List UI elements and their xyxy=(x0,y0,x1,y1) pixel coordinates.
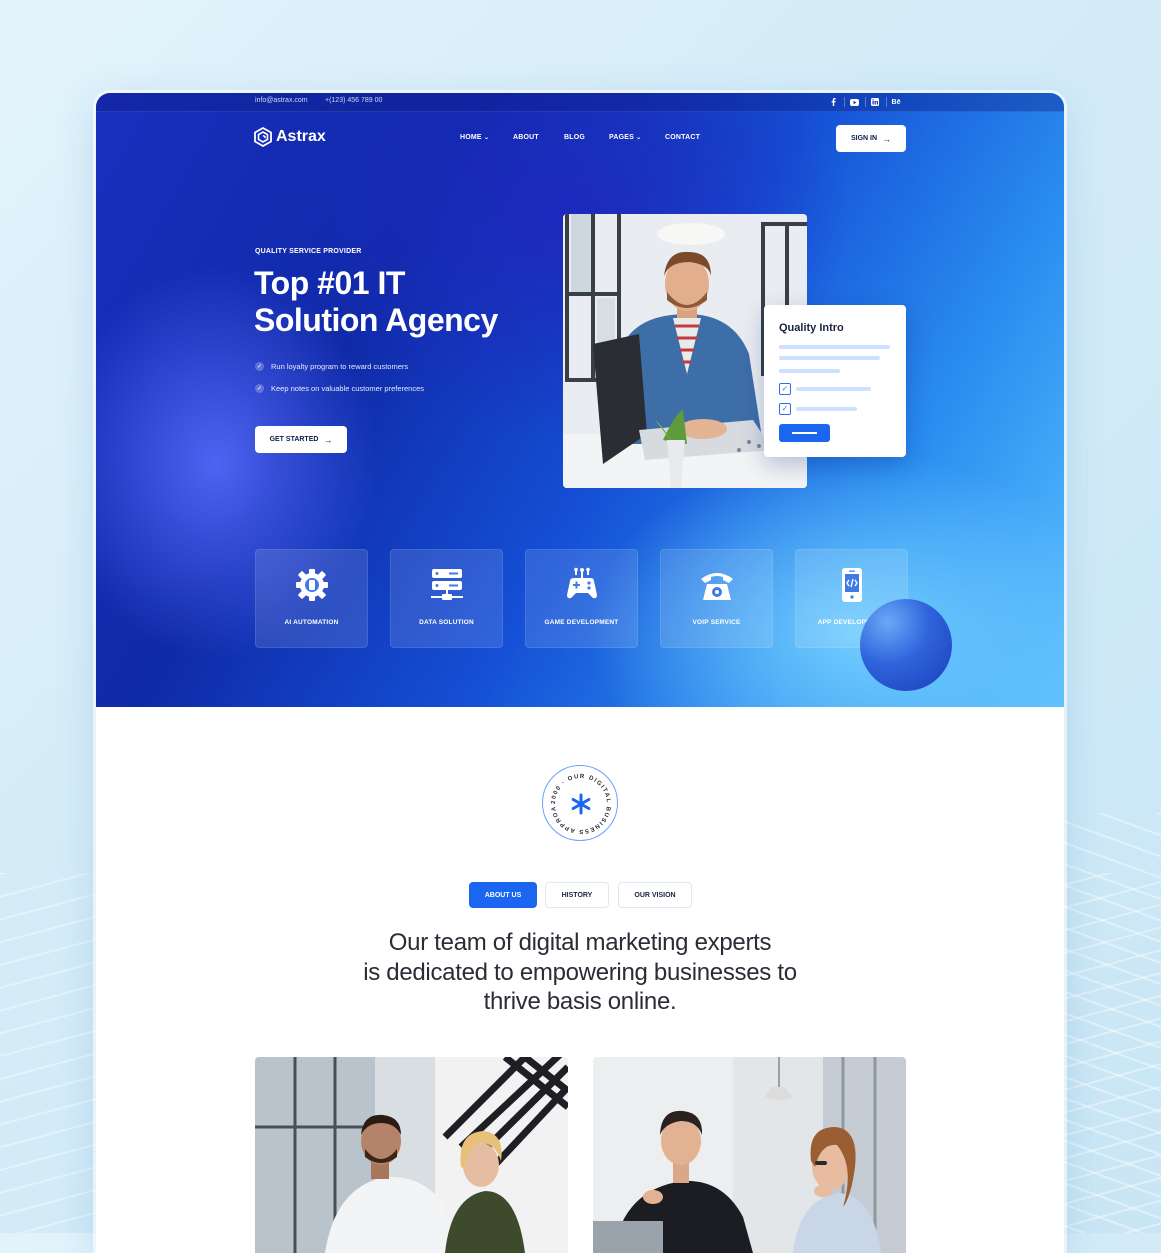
approach-badge: 2000 · OUR DIGITAL BUSINESS APPROACH · xyxy=(540,762,618,841)
server-icon xyxy=(428,566,466,604)
topbar-phone[interactable]: +(123) 456 789 00 xyxy=(325,97,382,104)
mobile-code-icon xyxy=(833,566,871,604)
tab-our-vision[interactable]: OUR VISION xyxy=(618,882,692,908)
arrow-right-icon: → xyxy=(323,434,333,445)
nav-item-home[interactable]: HOME ⌄ xyxy=(460,134,489,141)
checkbox-checked[interactable]: ✓ xyxy=(779,383,791,395)
behance-icon[interactable]: Bē xyxy=(889,95,903,109)
placeholder-line xyxy=(796,407,857,411)
check-icon: ✓ xyxy=(255,384,264,393)
gamepad-icon xyxy=(563,566,601,604)
headline-line-1: Top #01 IT xyxy=(254,265,405,301)
feature-item: ✓ Keep notes on valuable customer prefer… xyxy=(255,384,424,393)
facebook-icon[interactable] xyxy=(826,95,840,109)
check-icon: ✓ xyxy=(255,362,264,371)
team-photo-discussion xyxy=(593,1057,906,1253)
social-divider xyxy=(886,97,887,107)
service-card-ai-automation[interactable]: AI AUTOMATION xyxy=(255,549,368,648)
team-photo-meeting xyxy=(255,1057,568,1253)
hero-section: info@astrax.com +(123) 456 789 00 Bē Ast… xyxy=(96,93,1064,707)
service-label: GAME DEVELOPMENT xyxy=(544,619,619,626)
nav-item-pages[interactable]: PAGES ⌄ xyxy=(609,134,641,141)
mission-line-3: thrive basis online. xyxy=(483,988,677,1015)
mission-statement: Our team of digital marketing experts is… xyxy=(316,928,844,1017)
mission-line-1: Our team of digital marketing experts xyxy=(388,929,772,956)
nav-item-blog[interactable]: BLOG xyxy=(564,134,585,141)
nav-item-about[interactable]: ABOUT xyxy=(513,134,539,141)
feature-text: Keep notes on valuable customer preferen… xyxy=(271,384,425,393)
get-started-button[interactable]: GET STARTED → xyxy=(255,426,347,453)
feature-item: ✓ Run loyalty program to reward customer… xyxy=(255,362,408,371)
headline-line-2: Solution Agency xyxy=(254,302,498,338)
social-divider xyxy=(844,97,845,107)
brand-logo[interactable]: Astrax xyxy=(254,127,326,147)
quality-intro-card: Quality Intro ✓ ✓ xyxy=(764,305,906,457)
feature-text: Run loyalty program to reward customers xyxy=(271,362,409,371)
service-label: AI AUTOMATION xyxy=(284,619,339,626)
tab-about-us[interactable]: ABOUT US xyxy=(469,882,537,908)
service-label: DATA SOLUTION xyxy=(419,619,474,626)
hero-eyebrow: QUALITY SERVICE PROVIDER xyxy=(255,248,362,255)
service-card-game-development[interactable]: GAME DEVELOPMENT xyxy=(525,549,638,648)
tab-history[interactable]: HISTORY xyxy=(545,882,609,908)
quality-card-button[interactable] xyxy=(779,424,830,442)
checkbox-checked[interactable]: ✓ xyxy=(779,403,791,415)
nav-item-contact[interactable]: CONTACT xyxy=(665,134,700,141)
chevron-down-icon: ⌄ xyxy=(483,135,490,141)
main-navigation: Astrax HOME ⌄ ABOUT BLOG PAGES ⌄ CONTACT… xyxy=(96,111,1064,167)
quality-card-title: Quality Intro xyxy=(779,322,844,334)
arrow-right-icon: → xyxy=(882,133,892,144)
topbar-email[interactable]: info@astrax.com xyxy=(255,97,308,104)
hero-headline: Top #01 IT Solution Agency xyxy=(254,265,554,339)
linkedin-icon[interactable] xyxy=(868,95,882,109)
service-label: VOIP SERVICE xyxy=(692,619,741,626)
top-info-bar: info@astrax.com +(123) 456 789 00 Bē xyxy=(96,93,1064,112)
placeholder-line xyxy=(779,356,880,360)
service-card-voip-service[interactable]: VOIP SERVICE xyxy=(660,549,773,648)
brand-name: Astrax xyxy=(276,128,326,145)
placeholder-line xyxy=(779,369,840,373)
telephone-icon xyxy=(698,566,736,604)
decorative-orb xyxy=(860,599,952,691)
hexagon-logo-icon xyxy=(254,127,272,147)
mission-line-2: is dedicated to empowering businesses to xyxy=(363,958,797,986)
placeholder-line xyxy=(796,387,871,391)
sign-in-button[interactable]: SIGN IN → xyxy=(836,125,906,152)
browser-frame: info@astrax.com +(123) 456 789 00 Bē Ast… xyxy=(96,93,1064,1253)
youtube-icon[interactable] xyxy=(847,95,861,109)
gear-chip-icon xyxy=(293,566,331,604)
chevron-down-icon: ⌄ xyxy=(636,135,642,141)
placeholder-line xyxy=(779,345,890,349)
social-divider xyxy=(865,97,866,107)
get-started-label: GET STARTED xyxy=(269,436,319,443)
asterisk-icon xyxy=(571,793,591,815)
sign-in-label: SIGN IN xyxy=(850,135,878,142)
service-card-data-solution[interactable]: DATA SOLUTION xyxy=(390,549,503,648)
